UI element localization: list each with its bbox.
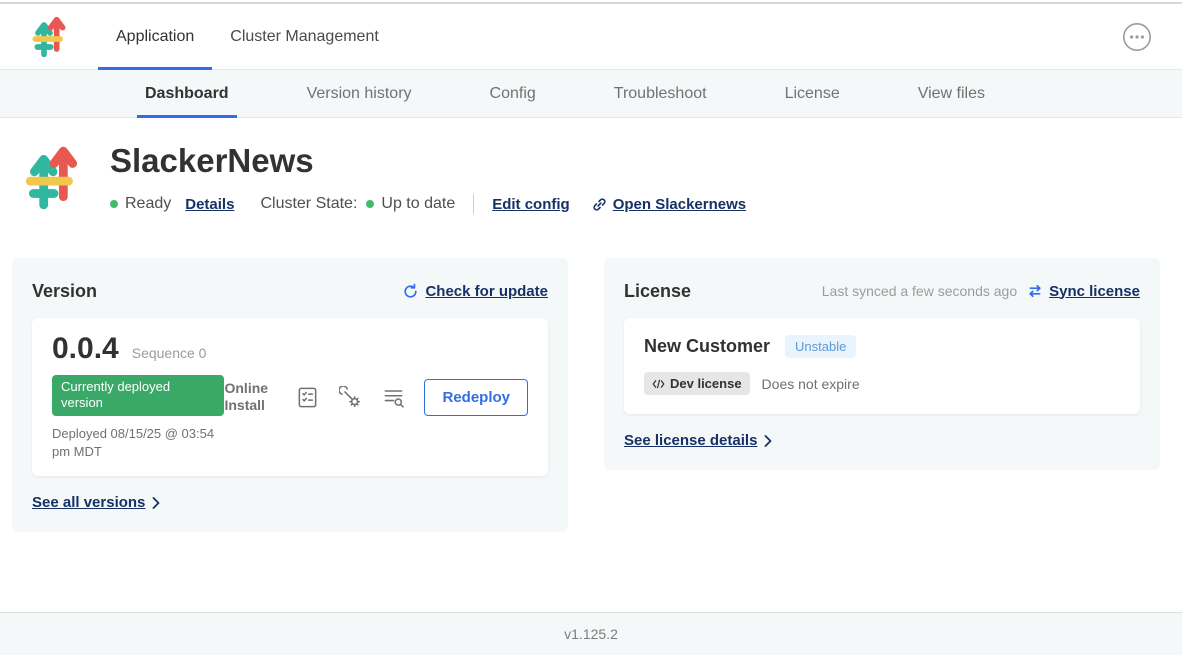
- wrench-gear-icon: [339, 386, 362, 409]
- cluster-state-label: Cluster State:: [260, 195, 357, 213]
- version-card-header: Version Check for update: [32, 278, 548, 304]
- redeploy-button[interactable]: Redeploy: [424, 379, 528, 416]
- chevron-right-icon: [152, 497, 160, 509]
- license-expiration: Does not expire: [762, 376, 860, 392]
- check-for-update-label: Check for update: [425, 283, 548, 300]
- app-icon: [22, 144, 84, 212]
- version-number: 0.0.4: [52, 332, 119, 366]
- license-header-right: Last synced a few seconds ago Sync licen…: [822, 283, 1140, 300]
- sync-license-label: Sync license: [1049, 283, 1140, 300]
- version-row: 0.0.4 Sequence 0: [52, 332, 224, 366]
- console-version: v1.125.2: [564, 626, 618, 642]
- version-card: Version Check for update 0.0.4 Sequ: [12, 258, 568, 532]
- license-panel: New Customer Unstable Dev license: [624, 318, 1140, 414]
- version-actions: Online Install: [224, 379, 528, 416]
- license-meta: Dev license Does not expire: [644, 372, 1120, 395]
- vertical-divider: [473, 194, 474, 214]
- current-version-panel: 0.0.4 Sequence 0 Currently deployed vers…: [32, 318, 548, 476]
- logs-magnifier-icon: [382, 386, 405, 409]
- app-status-text: Ready: [125, 195, 171, 213]
- more-menu-button[interactable]: [1122, 22, 1152, 52]
- sync-arrows-icon: [1027, 284, 1043, 298]
- subnav-tab-version-history[interactable]: Version history: [299, 70, 420, 117]
- app-header: SlackerNews Ready Details Cluster State:…: [0, 118, 1182, 214]
- customer-row: New Customer Unstable: [644, 335, 1120, 358]
- edit-config-link[interactable]: Edit config: [492, 196, 570, 213]
- dashboard-main: SlackerNews Ready Details Cluster State:…: [0, 118, 1182, 612]
- license-type-label: Dev license: [670, 376, 742, 391]
- version-info: 0.0.4 Sequence 0 Currently deployed vers…: [52, 332, 224, 462]
- link-icon: [592, 197, 607, 212]
- app-status-dot: [110, 200, 118, 208]
- see-all-versions-link[interactable]: See all versions: [32, 494, 160, 511]
- open-app-link[interactable]: Open Slackernews: [592, 196, 746, 213]
- subnav-tab-license[interactable]: License: [777, 70, 848, 117]
- open-app-label: Open Slackernews: [613, 196, 746, 213]
- license-card-header: License Last synced a few seconds ago: [624, 278, 1140, 304]
- deployed-timestamp: Deployed 08/15/25 @ 03:54 pm MDT: [52, 425, 224, 463]
- ellipsis-icon: [1122, 22, 1152, 52]
- version-card-title: Version: [32, 281, 97, 302]
- deployed-badge: Currently deployed version: [52, 375, 224, 416]
- code-brackets-icon: [652, 379, 665, 389]
- deploy-logs-button[interactable]: [381, 385, 405, 409]
- chevron-right-icon: [764, 435, 772, 447]
- subnav-tab-troubleshoot[interactable]: Troubleshoot: [606, 70, 715, 117]
- details-link[interactable]: Details: [185, 196, 234, 213]
- sequence-label: Sequence 0: [132, 345, 207, 361]
- license-card: License Last synced a few seconds ago: [604, 258, 1160, 470]
- channel-badge: Unstable: [785, 335, 856, 358]
- cluster-state-text: Up to date: [381, 195, 455, 213]
- tab-application[interactable]: Application: [98, 4, 212, 69]
- top-nav: Application Cluster Management: [0, 4, 1182, 70]
- tab-cluster-management[interactable]: Cluster Management: [212, 4, 397, 69]
- footer: v1.125.2: [0, 612, 1182, 655]
- preflight-checks-button[interactable]: [295, 385, 319, 409]
- app-logo[interactable]: [30, 15, 70, 59]
- subnav-tab-dashboard[interactable]: Dashboard: [137, 70, 237, 117]
- config-button[interactable]: [338, 385, 362, 409]
- refresh-icon: [402, 283, 419, 300]
- see-license-details-link[interactable]: See license details: [624, 432, 772, 449]
- cluster-state-dot: [366, 200, 374, 208]
- top-nav-tabs: Application Cluster Management: [98, 4, 397, 69]
- app-sub-nav: Dashboard Version history Config Trouble…: [0, 70, 1182, 118]
- page-title: SlackerNews: [110, 142, 746, 180]
- license-card-title: License: [624, 281, 691, 302]
- dashboard-cards: Version Check for update 0.0.4 Sequ: [0, 214, 1182, 532]
- sync-license-link[interactable]: Sync license: [1027, 283, 1140, 300]
- checklist-icon: [296, 386, 319, 409]
- app-status-row: Ready Details Cluster State: Up to date …: [110, 194, 746, 214]
- see-all-versions-label: See all versions: [32, 494, 145, 511]
- install-type-label: Online Install: [224, 380, 276, 415]
- customer-name: New Customer: [644, 336, 770, 357]
- subnav-tab-view-files[interactable]: View files: [910, 70, 993, 117]
- subnav-tab-config[interactable]: Config: [482, 70, 544, 117]
- last-synced-text: Last synced a few seconds ago: [822, 283, 1017, 299]
- license-type-badge: Dev license: [644, 372, 750, 395]
- slackernews-logo-icon: [30, 15, 70, 59]
- check-for-update-link[interactable]: Check for update: [402, 283, 548, 300]
- see-license-details-label: See license details: [624, 432, 757, 449]
